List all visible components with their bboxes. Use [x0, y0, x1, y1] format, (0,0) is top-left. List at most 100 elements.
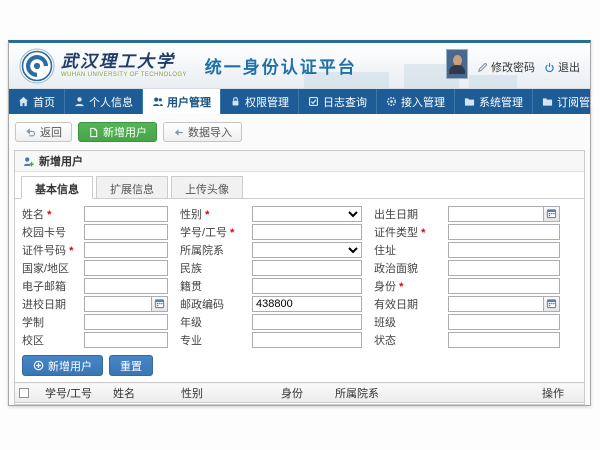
toolbar: 返回 新增用户数据导入 — [9, 114, 590, 150]
field-label: 进校日期 — [22, 296, 84, 312]
column-header-department: 所属院系 — [331, 383, 538, 403]
university-name-en: WUHAN UNIVERSITY OF TECHNOLOGY — [61, 72, 187, 78]
political-status-input[interactable] — [448, 260, 560, 276]
submit-add-user-button[interactable]: 新增用户 — [22, 355, 103, 376]
field-label: 政治面貌 — [374, 260, 448, 276]
required-asterisk: * — [421, 227, 425, 239]
data-import-button[interactable]: 数据导入 — [163, 122, 242, 142]
column-header-gender: 性别 — [177, 383, 277, 403]
ethnicity-input[interactable] — [252, 260, 362, 276]
nav-tab-perm-mgmt[interactable]: 权限管理 — [221, 89, 299, 114]
university-name: 武汉理工大学 — [61, 53, 187, 70]
calendar-icon[interactable] — [543, 297, 559, 311]
field-label: 校区 — [22, 332, 84, 348]
table-empty-row — [15, 403, 584, 406]
form-field-ethnicity: 民族 — [180, 259, 374, 276]
button-label: 新增用户 — [103, 124, 147, 140]
field-label: 出生日期 — [374, 206, 448, 222]
logout-label: 退出 — [558, 59, 580, 75]
postal-code-input[interactable] — [252, 296, 362, 312]
major-input[interactable] — [252, 332, 362, 348]
nav-tab-label: 系统管理 — [479, 94, 523, 110]
nav-tab-label: 权限管理 — [245, 94, 289, 110]
form-actions: 新增用户重置 — [15, 351, 584, 376]
field-control — [448, 224, 560, 240]
user-photo-shoulders — [449, 65, 465, 74]
select-all-checkbox[interactable] — [19, 388, 29, 398]
required-asterisk: * — [47, 209, 51, 221]
field-control — [84, 314, 168, 330]
field-label: 专业 — [180, 332, 252, 348]
power-icon — [544, 62, 555, 73]
field-control — [252, 224, 362, 240]
student-id-input[interactable] — [252, 224, 362, 240]
folder-icon — [464, 96, 475, 107]
address-input[interactable] — [448, 242, 560, 258]
table-empty-cell — [15, 403, 584, 406]
name-input[interactable] — [84, 206, 168, 222]
form-field-grade: 年级 — [180, 313, 374, 330]
field-label: 电子邮箱 — [22, 278, 84, 294]
user-table: 学号/工号姓名性别身份所属院系操作 — [15, 382, 584, 405]
email-input[interactable] — [84, 278, 168, 294]
nav-tab-profile[interactable]: 个人信息 — [65, 89, 143, 114]
logout-link[interactable]: 退出 — [544, 59, 580, 82]
university-logo-icon — [19, 48, 55, 84]
user-plus-icon — [23, 156, 34, 167]
field-label: 有效日期 — [374, 296, 448, 312]
nav-tab-access-mgmt[interactable]: 接入管理 — [377, 89, 455, 114]
gender-select[interactable] — [252, 206, 362, 222]
form-field-gender: 性别 * — [180, 205, 374, 222]
native-place-input[interactable] — [252, 278, 362, 294]
field-control — [448, 314, 560, 330]
calendar-icon[interactable] — [151, 297, 167, 311]
pencil-icon — [477, 62, 488, 73]
tab-basic-info[interactable]: 基本信息 — [21, 176, 93, 199]
id-number-input[interactable] — [84, 242, 168, 258]
form-field-schooling-length: 学制 — [22, 313, 180, 330]
form-field-entry-date: 进校日期 — [22, 295, 180, 312]
form-field-campus-card: 校园卡号 — [22, 223, 180, 240]
column-header-identity: 身份 — [277, 383, 331, 403]
column-header-actions: 操作 — [538, 383, 584, 403]
tab-extended-info[interactable]: 扩展信息 — [96, 176, 168, 199]
form-field-postal-code: 邮政编码 — [180, 295, 374, 312]
column-header-student-id: 学号/工号 — [41, 383, 109, 403]
field-label: 住址 — [374, 242, 448, 258]
add-user-button[interactable]: 新增用户 — [78, 122, 157, 142]
field-label: 证件类型 * — [374, 224, 448, 240]
field-label: 民族 — [180, 260, 252, 276]
reset-button[interactable]: 重置 — [109, 355, 153, 376]
nav-tab-user-mgmt[interactable]: 用户管理 — [143, 89, 221, 114]
grade-input[interactable] — [252, 314, 362, 330]
campus-input[interactable] — [84, 332, 168, 348]
app-header: 武汉理工大学 WUHAN UNIVERSITY OF TECHNOLOGY 统一… — [9, 43, 590, 89]
nav-tab-home[interactable]: 首页 — [9, 89, 65, 114]
field-control — [448, 260, 560, 276]
nav-tab-label: 日志查询 — [323, 94, 367, 110]
home-icon — [18, 96, 29, 107]
nav-tab-system-mgmt[interactable]: 系统管理 — [455, 89, 533, 114]
back-arrow-icon — [25, 127, 36, 138]
field-control — [448, 296, 560, 312]
campus-card-input[interactable] — [84, 224, 168, 240]
form-field-department: 所属院系 — [180, 241, 374, 258]
nav-tab-log-query[interactable]: 日志查询 — [299, 89, 377, 114]
id-type-input[interactable] — [448, 224, 560, 240]
identity-input[interactable] — [448, 278, 560, 294]
tab-upload-avatar[interactable]: 上传头像 — [171, 176, 243, 199]
change-password-link[interactable]: 修改密码 — [477, 59, 535, 82]
field-control — [84, 260, 168, 276]
field-label: 姓名 * — [22, 206, 84, 222]
field-control — [252, 206, 362, 222]
schooling-length-input[interactable] — [84, 314, 168, 330]
field-label: 学制 — [22, 314, 84, 330]
nav-tab-label: 首页 — [33, 94, 55, 110]
status-input[interactable] — [448, 332, 560, 348]
class-input[interactable] — [448, 314, 560, 330]
calendar-icon[interactable] — [543, 207, 559, 221]
back-button[interactable]: 返回 — [15, 122, 72, 142]
country-region-input[interactable] — [84, 260, 168, 276]
department-select[interactable] — [252, 242, 362, 258]
nav-tab-subscription-mgmt[interactable]: 订阅管理 — [533, 89, 600, 114]
